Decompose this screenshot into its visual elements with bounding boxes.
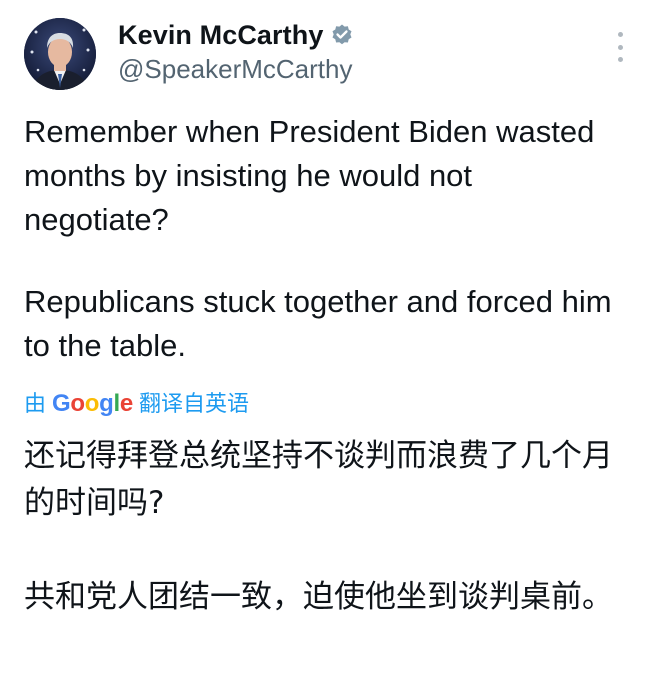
more-dot — [617, 57, 623, 62]
verified-badge-icon[interactable] — [330, 23, 354, 47]
translated-by-google-link[interactable]: 由 Google 翻译自英语 — [24, 389, 627, 419]
avatar[interactable] — [24, 18, 96, 90]
translated-paragraph: 共和党人团结一致，迫使他坐到谈判桌前。 — [24, 579, 613, 615]
translated-paragraph: 还记得拜登总统坚持不谈判而浪费了几个月的时间吗? — [24, 438, 613, 521]
author-display-name[interactable]: Kevin McCarthy — [118, 18, 323, 52]
more-dot — [617, 44, 623, 50]
author-handle[interactable]: @SpeakerMcCarthy — [118, 52, 354, 86]
translated-text: 还记得拜登总统坚持不谈判而浪费了几个月的时间吗? 共和党人团结一致，迫使他坐到谈… — [24, 433, 624, 621]
translate-prefix: 由 — [24, 391, 47, 416]
tweet-paragraph: Republicans stuck together and forced hi… — [24, 284, 612, 363]
tweet-card: Kevin McCarthy @SpeakerMcCarthy Remember… — [0, 0, 651, 677]
more-dot — [617, 32, 623, 37]
tweet-text: Remember when President Biden wasted mon… — [24, 110, 624, 368]
author-identity: Kevin McCarthy @SpeakerMcCarthy — [118, 18, 354, 86]
tweet-header: Kevin McCarthy @SpeakerMcCarthy — [24, 18, 627, 90]
translate-suffix: 翻译自英语 — [138, 391, 249, 416]
google-logo: Google — [52, 390, 133, 417]
tweet-paragraph: Remember when President Biden wasted mon… — [24, 114, 595, 237]
name-row: Kevin McCarthy — [118, 18, 354, 52]
more-options-icon[interactable] — [614, 32, 626, 62]
